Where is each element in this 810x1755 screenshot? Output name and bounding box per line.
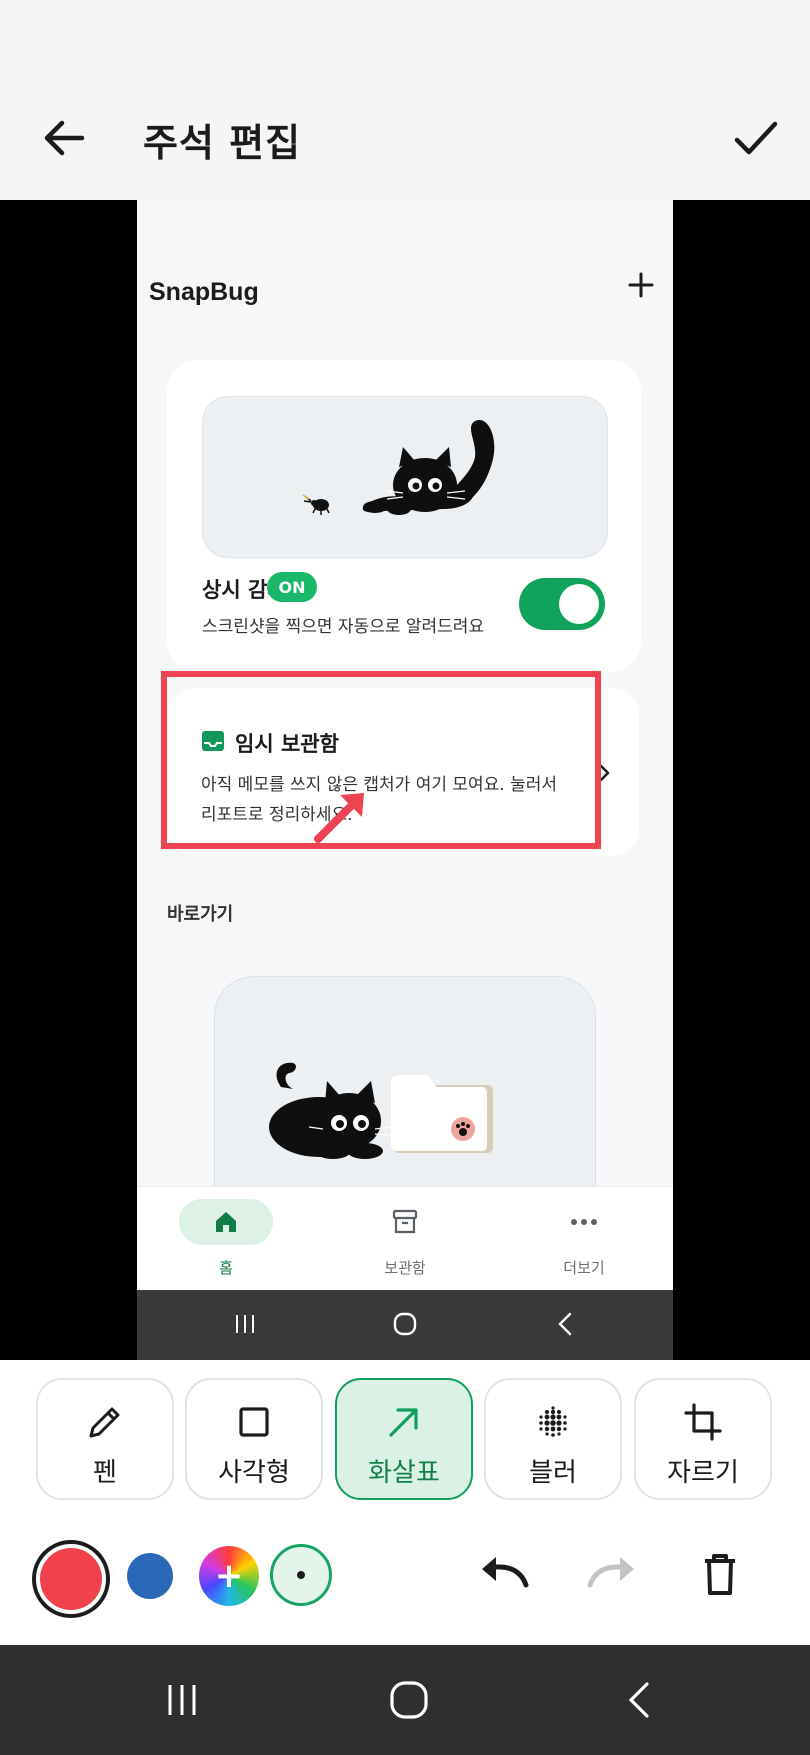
arrow-icon bbox=[382, 1400, 426, 1444]
tool-pen-button[interactable]: 펜 bbox=[36, 1378, 174, 1500]
undo-icon bbox=[482, 1557, 529, 1588]
screenshot-image: SnapBug 상시 감시 ON 스크린샷을 찍으면 자동으로 알려드려요 임시… bbox=[137, 200, 673, 1360]
recents-button[interactable] bbox=[152, 1675, 212, 1725]
rectangle-icon bbox=[232, 1400, 276, 1444]
plus-icon: + bbox=[214, 1556, 244, 1596]
back-arrow-icon bbox=[44, 120, 85, 156]
blur-icon bbox=[531, 1400, 575, 1444]
back-chevron-icon bbox=[628, 1682, 649, 1718]
cat-illustration bbox=[202, 396, 608, 558]
system-back-button[interactable] bbox=[608, 1675, 668, 1725]
arrow-annotation[interactable] bbox=[312, 785, 372, 845]
screenshot-system-bar bbox=[137, 1290, 673, 1360]
undo-button[interactable] bbox=[474, 1550, 534, 1600]
nav-more: 더보기 bbox=[495, 1187, 673, 1291]
annotation-canvas[interactable]: SnapBug 상시 감시 ON 스크린샷을 찍으면 자동으로 알려드려요 임시… bbox=[0, 200, 810, 1360]
nav-more-label: 더보기 bbox=[563, 1259, 605, 1277]
custom-color-button[interactable]: + bbox=[199, 1546, 259, 1606]
toggle-knob bbox=[559, 584, 599, 624]
monitor-toggle bbox=[519, 578, 605, 630]
back-chevron-icon bbox=[545, 1304, 585, 1344]
plus-icon bbox=[621, 262, 661, 308]
recents-icon bbox=[225, 1304, 265, 1344]
nav-archive: 보관함 bbox=[316, 1187, 494, 1291]
home-icon bbox=[179, 1199, 273, 1245]
redo-icon bbox=[587, 1557, 634, 1588]
color-red-swatch[interactable] bbox=[36, 1544, 106, 1614]
recents-icon bbox=[168, 1685, 196, 1715]
check-icon bbox=[734, 121, 778, 155]
nav-home-label: 홈 bbox=[219, 1259, 233, 1277]
dot-icon bbox=[297, 1571, 305, 1579]
more-icon bbox=[537, 1199, 631, 1245]
nav-archive-label: 보관함 bbox=[384, 1259, 426, 1277]
tool-crop-label: 자르기 bbox=[667, 1458, 739, 1488]
shortcut-section-label: 바로가기 bbox=[167, 904, 234, 925]
tool-arrow-label: 화살표 bbox=[368, 1458, 440, 1488]
highlight-rectangle-annotation[interactable] bbox=[161, 671, 601, 849]
back-button[interactable] bbox=[36, 110, 92, 166]
tool-blur-button[interactable]: 블러 bbox=[484, 1378, 622, 1500]
tool-pen-label: 펜 bbox=[93, 1458, 117, 1488]
page-title: 주석 편집 bbox=[143, 121, 302, 165]
tool-blur-label: 블러 bbox=[529, 1458, 577, 1488]
monitor-description: 스크린샷을 찍으면 자동으로 알려드려요 bbox=[202, 617, 485, 637]
screenshot-app-title: SnapBug bbox=[149, 278, 259, 306]
screenshot-bottom-nav: 홈 보관함 더보기 bbox=[137, 1186, 673, 1291]
delete-button[interactable] bbox=[690, 1548, 750, 1602]
nav-home: 홈 bbox=[137, 1187, 315, 1291]
app-header: 주석 편집 bbox=[0, 0, 810, 200]
tool-rectangle-button[interactable]: 사각형 bbox=[185, 1378, 323, 1500]
system-nav-bar bbox=[0, 1645, 810, 1755]
redo-button[interactable] bbox=[582, 1550, 642, 1600]
tool-arrow-button[interactable]: 화살표 bbox=[335, 1378, 473, 1500]
status-badge: ON bbox=[267, 572, 317, 602]
crop-icon bbox=[681, 1400, 725, 1444]
home-button[interactable] bbox=[379, 1675, 439, 1725]
stroke-size-button[interactable] bbox=[270, 1544, 332, 1606]
trash-icon bbox=[705, 1554, 735, 1595]
color-blue-swatch[interactable] bbox=[127, 1553, 173, 1599]
home-circle-icon bbox=[390, 1681, 428, 1719]
monitor-card: 상시 감시 ON 스크린샷을 찍으면 자동으로 알려드려요 bbox=[167, 360, 641, 672]
tool-crop-button[interactable]: 자르기 bbox=[634, 1378, 772, 1500]
confirm-button[interactable] bbox=[726, 110, 786, 166]
home-circle-icon bbox=[385, 1304, 425, 1344]
pen-icon bbox=[83, 1400, 127, 1444]
archive-icon bbox=[358, 1199, 452, 1245]
annotation-toolbar: 펜 사각형 화살표 블러 자르기 bbox=[0, 1360, 810, 1645]
tool-rectangle-label: 사각형 bbox=[218, 1458, 290, 1488]
